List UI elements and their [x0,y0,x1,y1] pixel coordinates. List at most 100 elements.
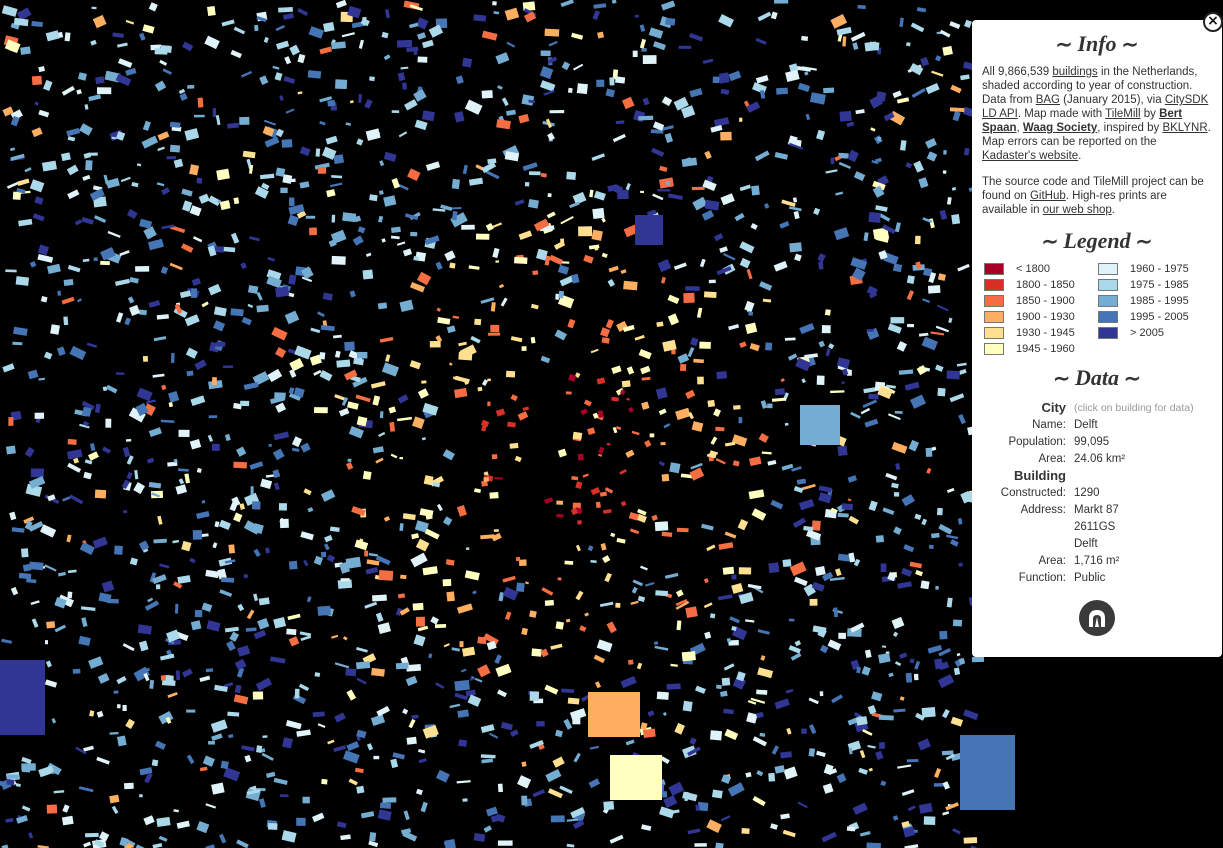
building[interactable] [53,790,65,794]
building[interactable] [375,457,384,464]
building[interactable] [344,341,355,351]
building[interactable] [680,363,687,372]
building[interactable] [770,499,784,510]
building[interactable] [422,39,434,49]
building[interactable] [525,581,529,585]
building[interactable] [917,738,931,751]
building[interactable] [529,610,537,618]
building[interactable] [925,83,940,95]
building[interactable] [299,146,311,157]
building[interactable] [658,408,667,416]
building[interactable] [691,421,704,432]
building[interactable] [284,310,300,325]
building[interactable] [392,752,405,760]
building[interactable] [258,597,270,606]
building[interactable] [77,72,87,81]
building[interactable] [227,122,240,129]
building[interactable] [220,577,235,583]
building[interactable] [492,1,497,6]
building[interactable] [908,439,920,452]
building[interactable] [397,416,412,422]
building[interactable] [664,572,679,579]
building[interactable] [218,519,232,531]
building[interactable] [794,640,802,647]
building[interactable] [29,260,37,268]
building[interactable] [758,433,769,443]
building[interactable] [356,416,368,427]
building[interactable] [78,635,91,647]
building[interactable] [228,544,235,554]
building[interactable] [243,381,259,390]
building[interactable] [529,171,541,176]
building[interactable] [235,446,247,457]
building[interactable] [76,89,82,95]
building[interactable] [66,164,79,176]
building[interactable] [928,218,935,229]
building[interactable] [957,263,970,272]
building[interactable] [963,709,979,721]
close-icon[interactable]: × [1203,12,1223,32]
building[interactable] [696,307,703,318]
building[interactable] [381,238,386,243]
building[interactable] [122,643,135,652]
building[interactable] [607,279,616,288]
building[interactable] [364,550,369,557]
building[interactable] [887,323,902,334]
building[interactable] [604,572,612,583]
building[interactable] [125,67,137,76]
building[interactable] [165,675,174,683]
building[interactable] [489,732,499,739]
building[interactable] [641,401,650,410]
building[interactable] [768,772,776,782]
building[interactable] [10,147,16,152]
building[interactable] [334,350,341,358]
building[interactable] [611,396,619,402]
building[interactable] [113,690,119,694]
building[interactable] [681,651,696,662]
building[interactable] [729,616,740,624]
building[interactable] [549,110,565,114]
building[interactable] [273,777,288,785]
building[interactable] [208,741,215,745]
building[interactable] [901,789,915,797]
building[interactable] [695,685,706,694]
building[interactable] [592,10,601,21]
building[interactable] [273,431,290,441]
building[interactable] [246,609,255,620]
building[interactable] [105,418,112,428]
building[interactable] [848,515,860,525]
building[interactable] [687,347,695,358]
building[interactable] [83,745,94,752]
bklynr-link[interactable]: BKLYNR [1162,122,1207,134]
building[interactable] [818,261,824,270]
building[interactable] [805,113,811,121]
building[interactable] [159,59,168,66]
building[interactable] [582,473,589,478]
building[interactable] [660,276,666,284]
building[interactable] [877,136,882,142]
building[interactable] [413,50,418,56]
building[interactable] [847,498,852,502]
building[interactable] [289,44,300,56]
building[interactable] [899,652,908,659]
building[interactable] [314,672,321,678]
building[interactable] [31,127,43,138]
building[interactable] [837,512,849,518]
building[interactable] [584,612,590,617]
building[interactable] [169,121,181,128]
building[interactable] [300,531,314,541]
web-shop-link[interactable]: our web shop [1043,204,1112,216]
building[interactable] [473,14,487,22]
building[interactable] [642,55,657,64]
building[interactable] [921,706,936,718]
building[interactable] [94,489,107,499]
building[interactable] [314,407,328,414]
building[interactable] [197,97,204,108]
building[interactable] [201,602,213,613]
building[interactable] [204,35,220,50]
building[interactable] [963,147,970,156]
building[interactable] [837,445,848,457]
building[interactable] [45,30,60,42]
building[interactable] [32,213,45,222]
building[interactable] [56,346,66,356]
